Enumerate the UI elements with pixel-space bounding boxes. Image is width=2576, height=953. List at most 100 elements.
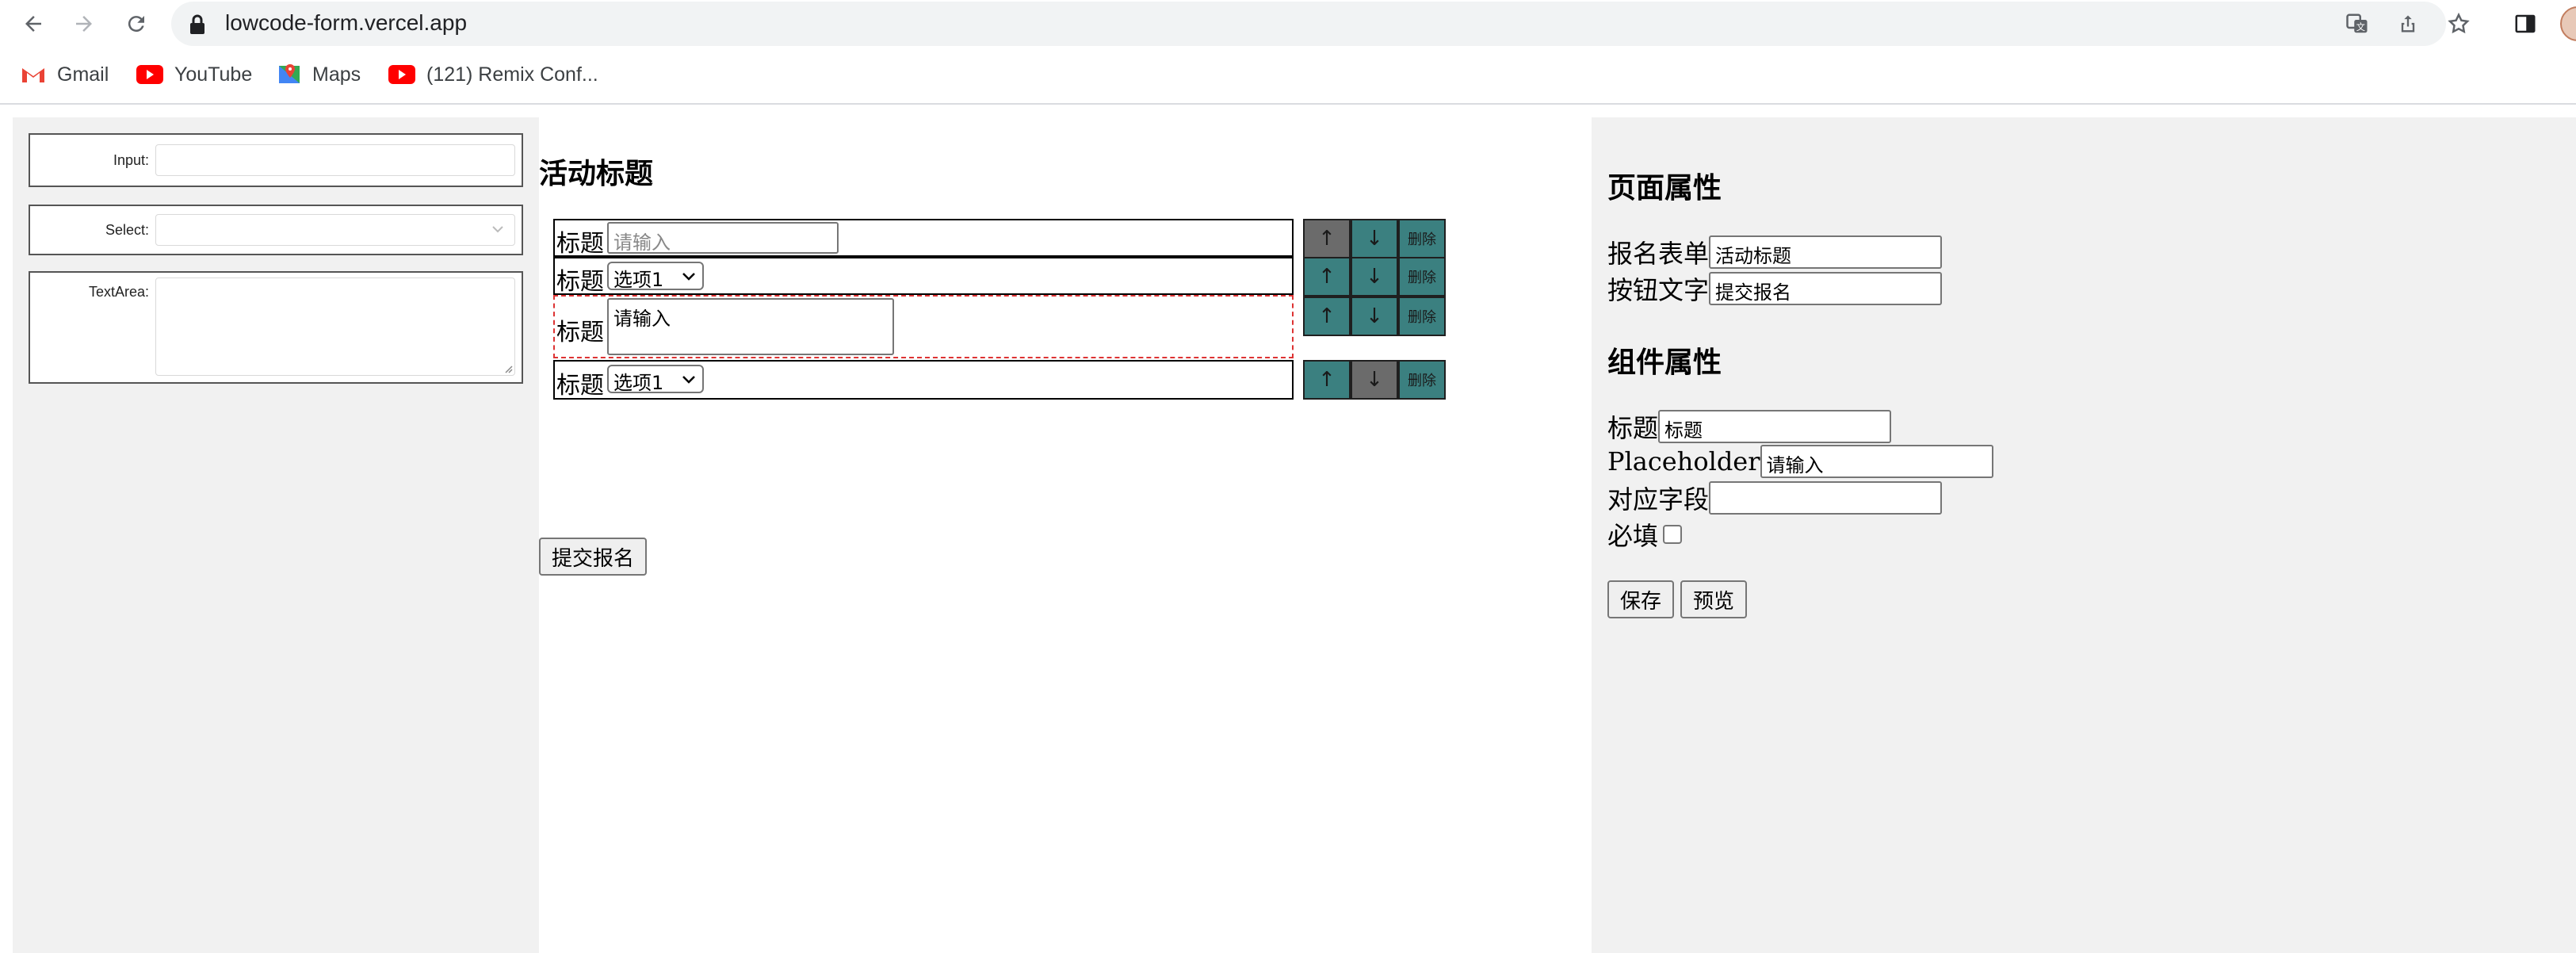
back-button[interactable]: [14, 5, 52, 43]
move-up-button[interactable]: ↑: [1303, 297, 1351, 336]
move-down-button[interactable]: ↓: [1351, 297, 1398, 336]
placeholder-label: Placeholder: [1607, 446, 1760, 476]
side-panel-icon[interactable]: [2508, 6, 2543, 41]
reload-icon: [128, 16, 144, 33]
form-row-input[interactable]: 标题 请输入: [553, 219, 1294, 258]
browser-toolbar: lowcode-form.vercel.app 文: [0, 0, 2576, 48]
field-input[interactable]: [1709, 481, 1943, 515]
row-select[interactable]: 选项1: [607, 365, 704, 394]
move-down-button[interactable]: ↓: [1351, 219, 1398, 258]
palette-textarea-item[interactable]: TextArea:: [29, 271, 523, 384]
page-properties-title: 页面属性: [1607, 171, 1722, 205]
row-actions: ↑ ↓ 删除: [1303, 297, 1446, 336]
move-up-button[interactable]: ↑: [1303, 360, 1351, 400]
move-down-button[interactable]: ↓: [1351, 360, 1398, 400]
row-text-input[interactable]: 请输入: [607, 222, 839, 254]
maps-icon: [279, 64, 300, 83]
title-label: 标题: [1607, 413, 1659, 443]
bookmark-youtube[interactable]: YouTube: [136, 57, 252, 92]
gmail-icon: [22, 68, 44, 82]
bookmark-gmail[interactable]: Gmail: [21, 57, 109, 92]
chevron-down-icon: [682, 376, 695, 384]
component-properties-title: 组件属性: [1607, 346, 1722, 379]
url-text: lowcode-form.vercel.app: [225, 10, 468, 35]
row-label: 标题: [556, 268, 604, 296]
back-arrow-icon: [25, 16, 41, 32]
forward-button[interactable]: [65, 5, 103, 43]
save-button[interactable]: 保存: [1607, 580, 1675, 618]
delete-button[interactable]: 删除: [1398, 219, 1446, 258]
select-value: 选项1: [613, 269, 664, 291]
form-row-select[interactable]: 标题 选项1: [553, 360, 1294, 400]
forward-arrow-icon: [76, 16, 92, 32]
row-select[interactable]: 选项1: [607, 262, 704, 291]
form-row-textarea[interactable]: 标题 请输入: [553, 295, 1294, 358]
row-label: 标题: [556, 319, 604, 346]
required-checkbox[interactable]: [1663, 525, 1683, 544]
field-label: 对应字段: [1607, 484, 1710, 515]
palette-input-item[interactable]: Input:: [29, 133, 523, 187]
palette-textarea-preview: [155, 277, 515, 376]
row-textarea[interactable]: 请输入: [607, 298, 894, 355]
row-label: 标题: [556, 372, 604, 400]
row-actions: ↑ ↓ 删除: [1303, 219, 1446, 258]
reload-button[interactable]: [117, 5, 155, 43]
page-title: 活动标题: [539, 157, 654, 190]
chrome-divider: [0, 103, 2576, 105]
row-actions: ↑ ↓ 删除: [1303, 257, 1446, 297]
form-name-row: 报名表单 活动标题: [1607, 235, 1943, 270]
profile-avatar[interactable]: [2560, 6, 2576, 41]
translate-icon[interactable]: 文: [2340, 6, 2375, 41]
component-palette: Input: Select: TextArea:: [13, 117, 539, 953]
form-name-input[interactable]: 活动标题: [1709, 235, 1943, 269]
lock-icon: [190, 14, 204, 34]
properties-panel: 页面属性 报名表单 活动标题 按钮文字 提交报名 组件属性 标题 标题 Plac…: [1592, 117, 2576, 953]
title-row: 标题 标题: [1607, 409, 1892, 444]
delete-button[interactable]: 删除: [1398, 297, 1446, 336]
share-icon[interactable]: [2391, 6, 2425, 41]
submit-button[interactable]: 提交报名: [539, 538, 648, 576]
row-label: 标题: [556, 230, 604, 258]
required-label: 必填: [1607, 521, 1659, 551]
field-row: 对应字段: [1607, 480, 1943, 515]
delete-button[interactable]: 删除: [1398, 360, 1446, 400]
select-value: 选项1: [613, 372, 664, 394]
button-text-label: 按钮文字: [1607, 275, 1710, 305]
form-canvas: 活动标题 标题 请输入 ↑ ↓ 删除 标题 选项1 ↑ ↓ 删除 标题 请输入 …: [539, 117, 1592, 953]
chevron-down-icon: [682, 273, 695, 281]
bookmark-maps[interactable]: Maps: [277, 57, 361, 92]
move-down-button[interactable]: ↓: [1351, 257, 1398, 297]
palette-input-preview: [155, 144, 515, 176]
placeholder-row: Placeholder 请输入: [1607, 444, 1993, 479]
preview-button[interactable]: 预览: [1680, 580, 1748, 618]
required-row: 必填: [1607, 517, 1683, 552]
delete-button[interactable]: 删除: [1398, 257, 1446, 297]
move-up-button[interactable]: ↑: [1303, 219, 1351, 258]
svg-text:文: 文: [2356, 21, 2365, 33]
palette-select-item[interactable]: Select:: [29, 205, 523, 255]
bookmark-label: Gmail: [57, 63, 109, 86]
palette-select-preview: [155, 214, 515, 246]
form-row-select[interactable]: 标题 选项1: [553, 257, 1294, 296]
bookmarks-bar: Gmail YouTube Maps (121) Remix Conf...: [0, 57, 2576, 92]
bookmark-star-icon[interactable]: [2441, 6, 2476, 41]
palette-input-label: Input:: [113, 152, 149, 168]
bookmark-label: YouTube: [174, 63, 253, 86]
chevron-down-icon: [492, 226, 503, 233]
bookmark-remix-conf[interactable]: (121) Remix Conf...: [388, 57, 598, 92]
move-up-button[interactable]: ↑: [1303, 257, 1351, 297]
placeholder-input[interactable]: 请输入: [1760, 445, 1993, 478]
button-text-row: 按钮文字 提交报名: [1607, 271, 1943, 306]
title-input[interactable]: 标题: [1658, 410, 1892, 443]
form-name-label: 报名表单: [1607, 239, 1710, 269]
bookmark-label: (121) Remix Conf...: [426, 63, 598, 86]
row-actions: ↑ ↓ 删除: [1303, 360, 1446, 400]
resize-grip-icon: [505, 366, 513, 373]
address-bar[interactable]: lowcode-form.vercel.app 文: [171, 2, 2470, 46]
youtube-icon: [136, 65, 163, 84]
palette-select-label: Select:: [105, 222, 149, 238]
bookmark-label: Maps: [312, 63, 361, 86]
button-text-input[interactable]: 提交报名: [1709, 272, 1943, 305]
youtube-icon: [388, 65, 415, 84]
palette-textarea-label: TextArea:: [88, 284, 149, 300]
